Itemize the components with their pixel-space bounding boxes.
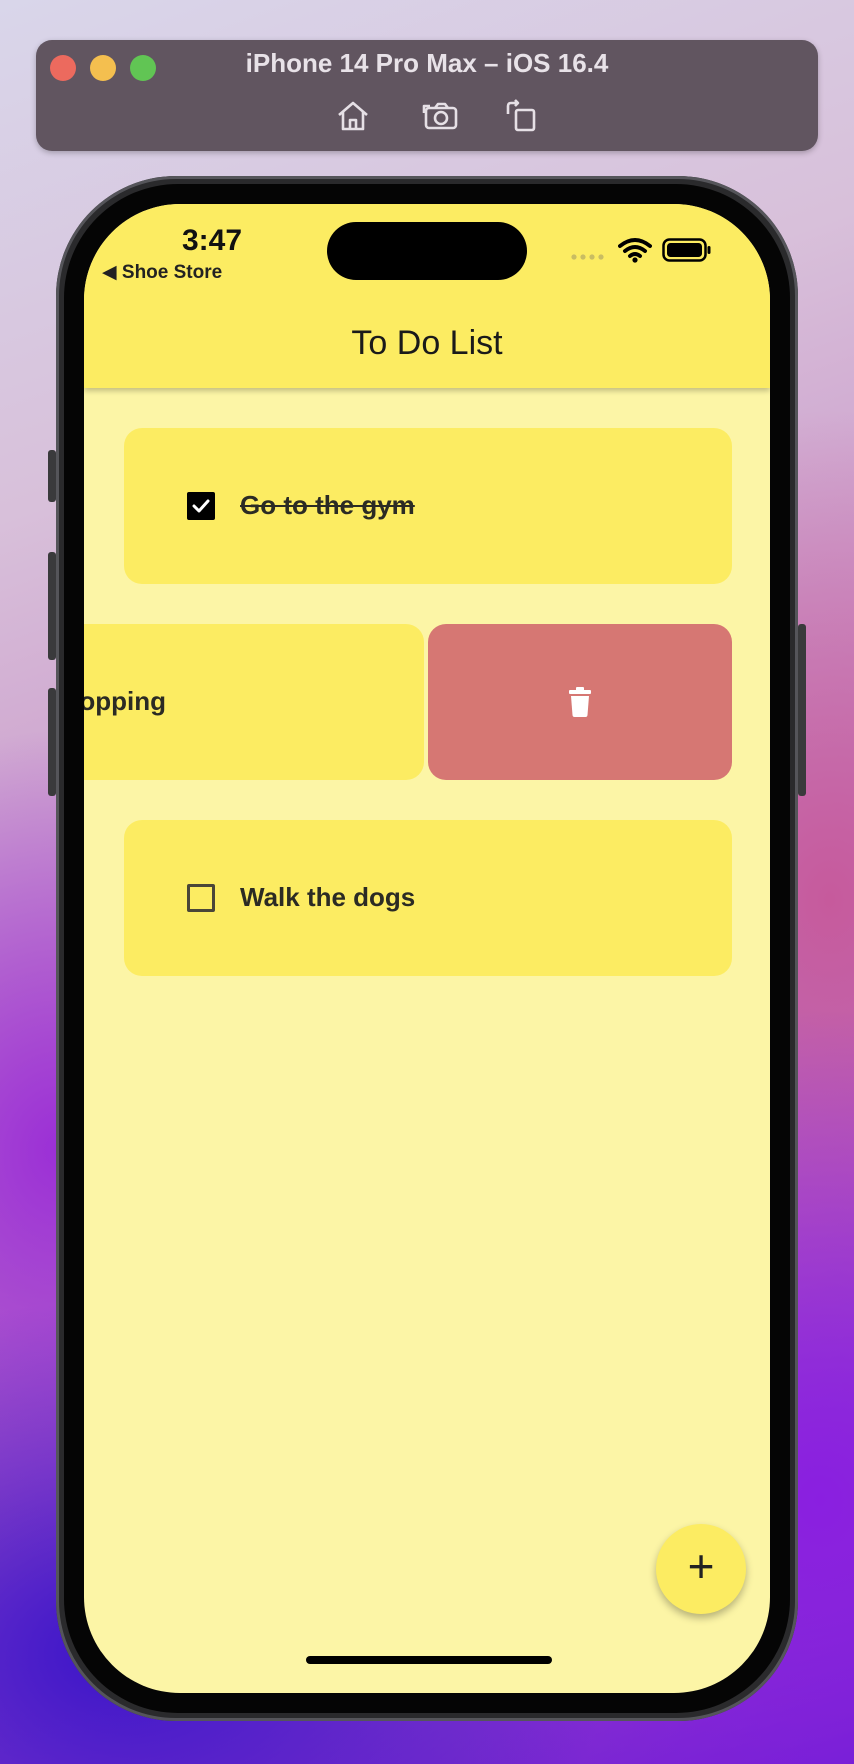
volume-down-button	[48, 688, 56, 796]
dynamic-island	[327, 222, 527, 280]
page-title: To Do List	[351, 324, 503, 362]
task-card-swiped[interactable]: opping	[84, 624, 424, 780]
task-checkbox[interactable]	[187, 492, 215, 520]
mute-switch	[48, 450, 56, 502]
task-label: Go to the gym	[240, 490, 415, 520]
status-time: 3:47	[182, 224, 243, 257]
battery-icon	[662, 238, 711, 262]
home-indicator[interactable]	[306, 1656, 552, 1664]
trash-icon	[569, 687, 591, 717]
rotate-icon[interactable]	[502, 98, 540, 134]
task-label: Walk the dogs	[240, 882, 416, 912]
back-to-app-link[interactable]: ◀ Shoe Store	[102, 261, 222, 284]
wifi-icon	[618, 238, 652, 263]
task-label: opping	[84, 686, 166, 716]
delete-task-button[interactable]	[428, 624, 732, 780]
add-task-button[interactable]: +	[656, 1524, 746, 1614]
screenshot-icon[interactable]	[422, 98, 460, 134]
phone-screen: 3:47 ◀ Shoe Store To Do List Go to the g…	[84, 204, 770, 1693]
home-icon[interactable]	[334, 98, 372, 134]
signal-dots-icon	[571, 254, 604, 260]
app-bar: 3:47 ◀ Shoe Store To Do List	[84, 204, 770, 388]
simulator-title: iPhone 14 Pro Max – iOS 16.4	[245, 48, 609, 78]
checkmark-icon	[192, 499, 210, 513]
volume-up-button	[48, 552, 56, 660]
task-checkbox[interactable]	[187, 884, 215, 912]
task-card[interactable]: Go to the gym	[124, 428, 732, 584]
plus-icon: +	[687, 1540, 715, 1592]
power-button	[798, 624, 806, 796]
task-card[interactable]: Walk the dogs	[124, 820, 732, 976]
